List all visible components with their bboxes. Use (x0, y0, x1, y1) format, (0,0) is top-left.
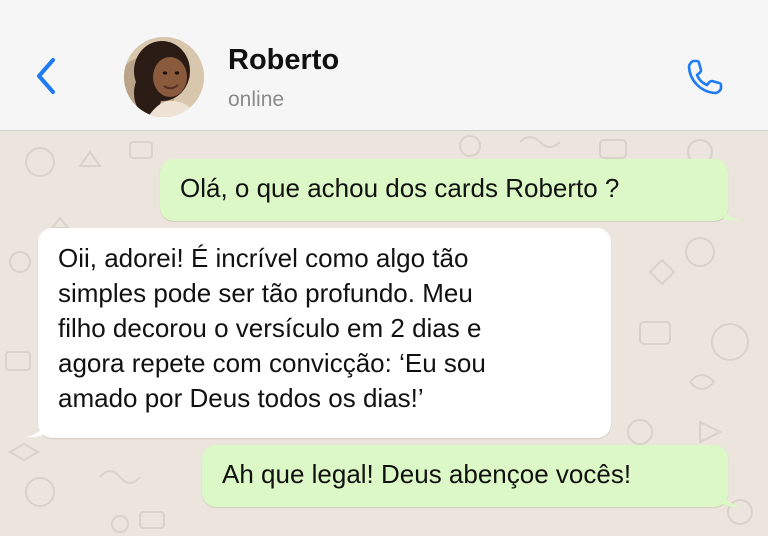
chevron-left-icon (37, 58, 55, 94)
message-bubble-outgoing[interactable]: Olá, o que achou dos cards Roberto ? (160, 159, 728, 221)
call-button[interactable] (682, 54, 728, 100)
message-line: filho decorou o versículo em 2 dias e (58, 313, 482, 343)
message-line: amado por Deus todos os dias!’ (58, 383, 424, 413)
contact-status: online (228, 88, 285, 111)
phone-icon (687, 59, 723, 95)
chat-header: Roberto online (0, 0, 768, 131)
chat-screen: Roberto online Olá, o que achou dos card… (0, 0, 768, 536)
contact-avatar-photo (124, 37, 204, 117)
back-button[interactable] (28, 52, 64, 100)
chat-area[interactable]: Olá, o que achou dos cards Roberto ? Oii… (0, 132, 768, 536)
bubble-tail (720, 200, 742, 222)
message-bubble-outgoing[interactable]: Ah que legal! Deus abençoe vocês! (202, 445, 728, 507)
avatar[interactable] (124, 37, 204, 117)
message-line: agora repete com convicção: ‘Eu sou (58, 348, 486, 378)
message-text: Olá, o que achou dos cards Roberto ? (180, 173, 620, 203)
bubble-tail (26, 416, 48, 438)
contact-name[interactable]: Roberto (228, 44, 339, 77)
message-bubble-incoming[interactable]: Oii, adorei! É incrível como algo tão si… (38, 228, 611, 438)
bubble-tail (720, 486, 742, 508)
message-line: simples pode ser tão profundo. Meu (58, 278, 473, 308)
message-line: Oii, adorei! É incrível como algo tão (58, 243, 469, 273)
message-text: Ah que legal! Deus abençoe vocês! (222, 459, 632, 489)
